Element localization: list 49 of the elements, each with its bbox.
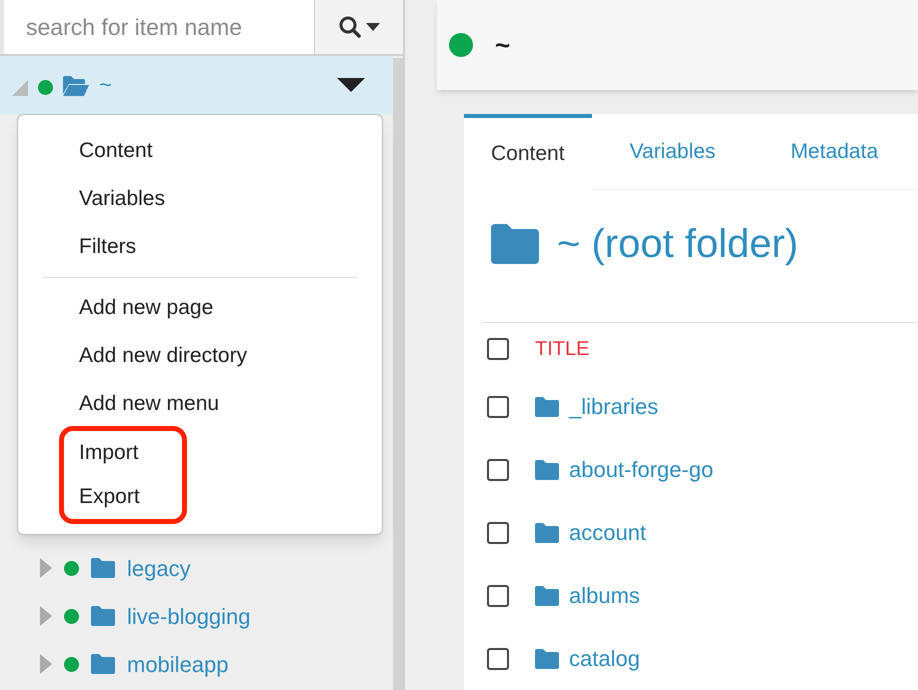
tab[interactable]: Content xyxy=(464,114,592,190)
menu-item[interactable]: Add new directory xyxy=(43,332,357,380)
tree-label: legacy xyxy=(127,554,191,583)
checkbox[interactable] xyxy=(487,458,509,480)
checkbox[interactable] xyxy=(487,338,509,360)
tree-row[interactable]: legacy xyxy=(40,544,393,592)
tree-row[interactable]: live-blogging xyxy=(40,592,393,640)
menu-item[interactable]: Content xyxy=(43,127,357,175)
checkbox[interactable] xyxy=(487,522,509,544)
item-link[interactable]: account xyxy=(569,516,646,549)
item-link[interactable]: about-forge-go xyxy=(569,453,714,486)
folder-icon xyxy=(535,648,559,668)
tree-label: mobileapp xyxy=(127,650,229,679)
header-title: ~ xyxy=(495,28,510,62)
tree-root-row[interactable]: ~ xyxy=(0,56,393,114)
tree-row[interactable]: mobileapp xyxy=(40,640,393,688)
search-icon xyxy=(338,15,362,39)
menu-item[interactable]: Export xyxy=(64,475,182,519)
folder-icon xyxy=(535,460,559,480)
checkbox[interactable] xyxy=(487,648,509,670)
open-folder-icon xyxy=(63,76,89,96)
item-link[interactable]: albums xyxy=(569,579,640,612)
folder-icon xyxy=(491,224,539,264)
menu-item[interactable]: Filters xyxy=(43,223,357,271)
folder-icon xyxy=(535,522,559,542)
checkbox[interactable] xyxy=(487,584,509,606)
item-link[interactable]: _libraries xyxy=(569,390,658,423)
folder-icon xyxy=(91,606,115,626)
caret-icon xyxy=(366,23,380,31)
item-link[interactable]: catalog xyxy=(569,642,640,675)
folder-icon xyxy=(535,396,559,416)
page-title: ~ (root folder) xyxy=(557,224,798,264)
scrollbar[interactable] xyxy=(393,58,403,690)
folder-icon xyxy=(535,586,559,606)
menu-item[interactable]: Add new menu xyxy=(43,380,357,428)
tab[interactable]: Metadata xyxy=(752,114,916,190)
search-field[interactable]: search for item name xyxy=(0,0,315,54)
tree-label: ~ xyxy=(99,74,112,96)
search-button[interactable] xyxy=(315,0,403,54)
column-header[interactable]: TITLE xyxy=(535,334,590,364)
folder-icon xyxy=(91,654,115,674)
tab[interactable]: Variables xyxy=(592,114,753,190)
menu-item[interactable]: Import xyxy=(64,431,182,475)
dropdown-caret-icon[interactable] xyxy=(337,78,365,92)
folder-icon xyxy=(91,558,115,578)
tree-label: live-blogging xyxy=(127,602,251,631)
checkbox[interactable] xyxy=(487,396,509,418)
menu-item[interactable]: Add new page xyxy=(43,284,357,332)
menu-item[interactable]: Variables xyxy=(43,175,357,223)
